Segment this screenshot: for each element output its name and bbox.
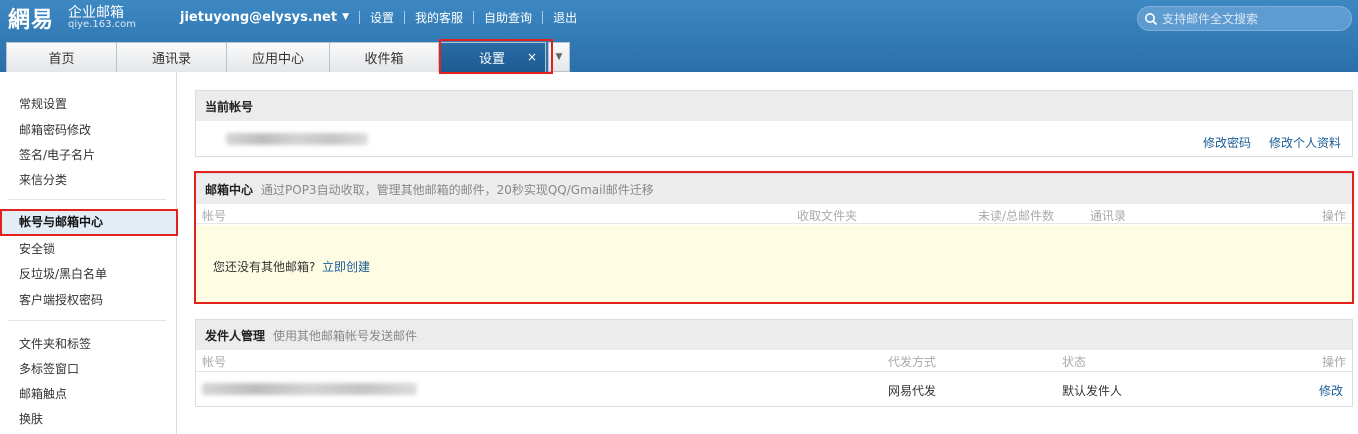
panel-title: 当前帐号 — [205, 99, 254, 114]
col-account: 帐号 — [202, 355, 227, 369]
divider — [359, 10, 361, 24]
sidebar-item-security-lock[interactable]: 安全锁 — [19, 240, 55, 257]
col-contacts: 通讯录 — [1090, 209, 1127, 223]
sidebar-item-account-center[interactable]: 帐号与邮箱中心 — [0, 210, 176, 234]
search-icon — [1145, 12, 1158, 25]
sidebar-item-folders[interactable]: 文件夹和标签 — [19, 335, 91, 352]
tab-settings-label: 设置 — [478, 52, 505, 67]
sidebar-divider — [8, 320, 166, 321]
current-account-header: 当前帐号 — [196, 91, 1352, 121]
user-email[interactable]: jietuyong@elysys.net — [180, 10, 337, 25]
panel-description: 通过POP3自动收取，管理其他邮箱的邮件，20秒实现QQ/Gmail邮件迁移 — [261, 182, 654, 197]
chevron-down-icon: ▼ — [555, 52, 563, 62]
close-icon[interactable]: × — [527, 50, 537, 64]
redacted-sender — [202, 383, 417, 395]
top-header: 網易 企业邮箱 qiye.163.com jietuyong@elysys.ne… — [0, 0, 1358, 72]
sidebar-item-multi-tab[interactable]: 多标签窗口 — [19, 360, 79, 377]
divider — [542, 10, 544, 24]
mailbox-center-panel: 邮箱中心 通过POP3自动收取，管理其他邮箱的邮件，20秒实现QQ/Gmail邮… — [195, 173, 1353, 303]
sidebar-item-client-password[interactable]: 客户端授权密码 — [19, 291, 103, 308]
tab-app-center[interactable]: 应用中心 — [226, 42, 330, 72]
sidebar-divider — [8, 199, 166, 200]
sidebar-item-touchpoint[interactable]: 邮箱触点 — [19, 385, 67, 402]
empty-state: 您还没有其他邮箱? 立即创建 — [196, 225, 1352, 303]
divider — [404, 10, 406, 24]
settings-link[interactable]: 设置 — [370, 9, 394, 26]
sidebar-item-signature[interactable]: 签名/电子名片 — [19, 146, 95, 163]
logo-domain: qiye.163.com — [68, 19, 136, 30]
sidebar-item-password[interactable]: 邮箱密码修改 — [19, 121, 91, 138]
panel-title: 发件人管理 — [205, 328, 266, 343]
sidebar-item-skin[interactable]: 换肤 — [19, 410, 43, 427]
tab-inbox[interactable]: 收件箱 — [329, 42, 439, 72]
sidebar-item-mail-rules[interactable]: 来信分类 — [19, 171, 67, 188]
table-header: 帐号 收取文件夹 未读/总邮件数 通讯录 操作 — [196, 204, 1352, 224]
customer-service-link[interactable]: 我的客服 — [415, 9, 463, 26]
self-service-link[interactable]: 自助查询 — [484, 9, 532, 26]
search-box[interactable] — [1137, 6, 1352, 31]
logout-link[interactable]: 退出 — [553, 9, 577, 26]
col-folder: 收取文件夹 — [797, 209, 858, 223]
chevron-down-icon[interactable]: ▼ — [342, 12, 349, 22]
sender-management-header: 发件人管理 使用其他邮箱帐号发送邮件 — [196, 320, 1352, 350]
table-header: 帐号 代发方式 状态 操作 — [196, 350, 1352, 372]
sender-method: 网易代发 — [888, 384, 937, 398]
col-account: 帐号 — [202, 209, 227, 223]
panel-title: 邮箱中心 — [205, 182, 254, 197]
current-account-panel: 当前帐号 修改密码 修改个人资料 — [195, 90, 1353, 157]
col-action: 操作 — [1321, 209, 1346, 223]
sender-status: 默认发件人 — [1062, 384, 1123, 398]
col-action: 操作 — [1321, 355, 1346, 369]
empty-text: 您还没有其他邮箱? — [213, 260, 316, 274]
col-status: 状态 — [1062, 355, 1087, 369]
sidebar-item-antispam[interactable]: 反垃圾/黑白名单 — [19, 265, 107, 282]
panel-description: 使用其他邮箱帐号发送邮件 — [273, 328, 418, 343]
change-password-link[interactable]: 修改密码 — [1203, 134, 1251, 151]
col-method: 代发方式 — [888, 355, 937, 369]
tab-more-button[interactable]: ▼ — [548, 42, 570, 72]
tab-bar: 首页 通讯录 应用中心 收件箱 设置 × ▼ — [6, 42, 570, 72]
sidebar-item-general[interactable]: 常规设置 — [19, 95, 67, 112]
edit-sender-link[interactable]: 修改 — [1319, 382, 1343, 399]
top-links: jietuyong@elysys.net ▼ 设置 我的客服 自助查询 退出 — [180, 8, 577, 26]
col-count: 未读/总邮件数 — [978, 209, 1055, 223]
table-row: 网易代发 默认发件人 修改 — [196, 372, 1352, 406]
divider — [473, 10, 475, 24]
edit-profile-link[interactable]: 修改个人资料 — [1269, 134, 1341, 151]
create-now-link[interactable]: 立即创建 — [322, 258, 370, 275]
tab-home[interactable]: 首页 — [6, 42, 117, 72]
redacted-account — [226, 133, 368, 145]
tab-contacts[interactable]: 通讯录 — [116, 42, 227, 72]
mailbox-center-header: 邮箱中心 通过POP3自动收取，管理其他邮箱的邮件，20秒实现QQ/Gmail邮… — [196, 174, 1352, 204]
logo-main: 網易 — [8, 8, 55, 33]
search-input[interactable] — [1162, 11, 1342, 26]
tab-settings[interactable]: 设置 × — [438, 42, 546, 72]
sender-management-panel: 发件人管理 使用其他邮箱帐号发送邮件 帐号 代发方式 状态 操作 网易代发 默认… — [195, 319, 1353, 407]
